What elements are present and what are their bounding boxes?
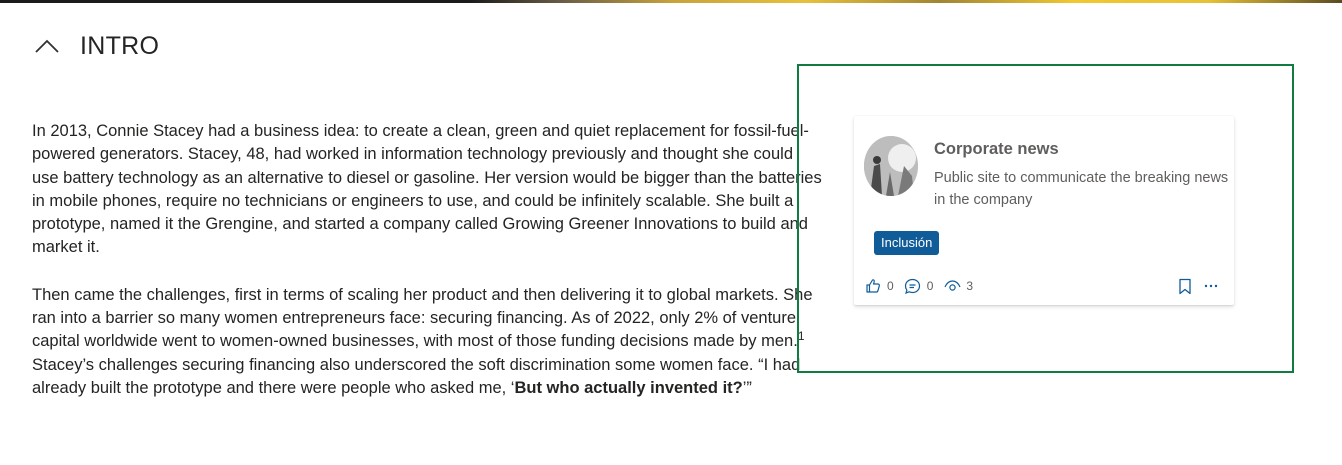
section-header[interactable]: INTRO [30,28,159,64]
like-icon[interactable] [864,277,882,295]
paragraph-1-text: In 2013, Connie Stacey had a business id… [32,122,822,257]
chevron-up-icon[interactable] [34,36,60,56]
section-title: INTRO [80,31,160,60]
quote-bold: But who actually invented it? [514,378,743,397]
site-card[interactable]: Corporate news Public site to communicat… [854,116,1234,305]
view-count: 3 [966,279,974,293]
paragraph-2-text: Then came the challenges, first in terms… [32,285,813,351]
quote-end: ’” [742,378,752,397]
bookmark-icon[interactable] [1176,277,1194,295]
site-card-description: Public site to communicate the breaking … [934,170,1229,208]
card-actions: 0 0 3 [864,276,983,296]
comment-count: 0 [926,279,934,293]
comment-icon[interactable] [904,277,922,295]
like-count: 0 [887,279,894,293]
site-card-title[interactable]: Corporate news [934,140,1059,159]
paragraph-2: Then came the challenges, first in terms… [32,284,822,400]
card-right-actions [1168,276,1220,296]
paragraph-1: In 2013, Connie Stacey had a business id… [32,120,822,260]
more-options-icon[interactable] [1202,277,1220,295]
article-text: In 2013, Connie Stacey had a business id… [32,120,822,400]
site-avatar [864,136,918,196]
tag-badge[interactable]: Inclusión [874,231,940,255]
views-icon [943,277,961,295]
hero-image-strip [0,0,1342,3]
